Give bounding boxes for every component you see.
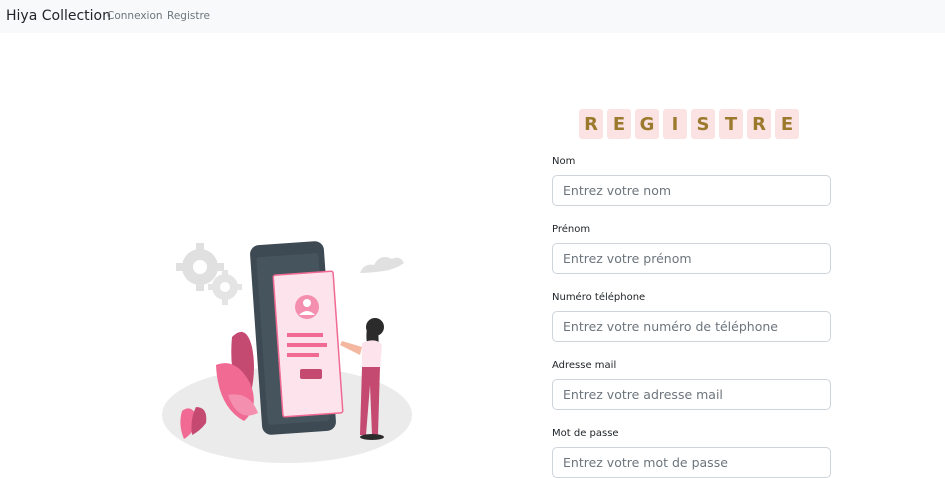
title-letter: R xyxy=(747,109,771,139)
phone-registration-illustration xyxy=(162,241,412,463)
telephone-input[interactable] xyxy=(552,311,831,342)
nom-label: Nom xyxy=(552,156,576,167)
email-input[interactable] xyxy=(552,379,831,410)
navbar: Hiya Collection Connexion Registre xyxy=(0,0,945,33)
cloud-icon xyxy=(360,257,404,273)
title-letter: E xyxy=(607,109,631,139)
title-letter: S xyxy=(691,109,715,139)
nav-link-connexion[interactable]: Connexion xyxy=(107,10,163,22)
title-letter: R xyxy=(579,109,603,139)
title-letter: I xyxy=(663,109,687,139)
prenom-label: Prénom xyxy=(552,224,591,235)
title-letter: T xyxy=(719,109,743,139)
password-label: Mot de passe xyxy=(552,428,619,439)
woman-top xyxy=(362,340,382,369)
nom-input[interactable] xyxy=(552,175,831,206)
title-letter: G xyxy=(635,109,659,139)
navbar-brand[interactable]: Hiya Collection xyxy=(6,8,111,24)
email-label: Adresse mail xyxy=(552,360,617,371)
prenom-input[interactable] xyxy=(552,243,831,274)
telephone-label: Numéro téléphone xyxy=(552,292,646,303)
nav-link-registre[interactable]: Registre xyxy=(167,10,210,22)
register-title: R E G I S T R E xyxy=(579,109,799,139)
title-letter: E xyxy=(775,109,799,139)
